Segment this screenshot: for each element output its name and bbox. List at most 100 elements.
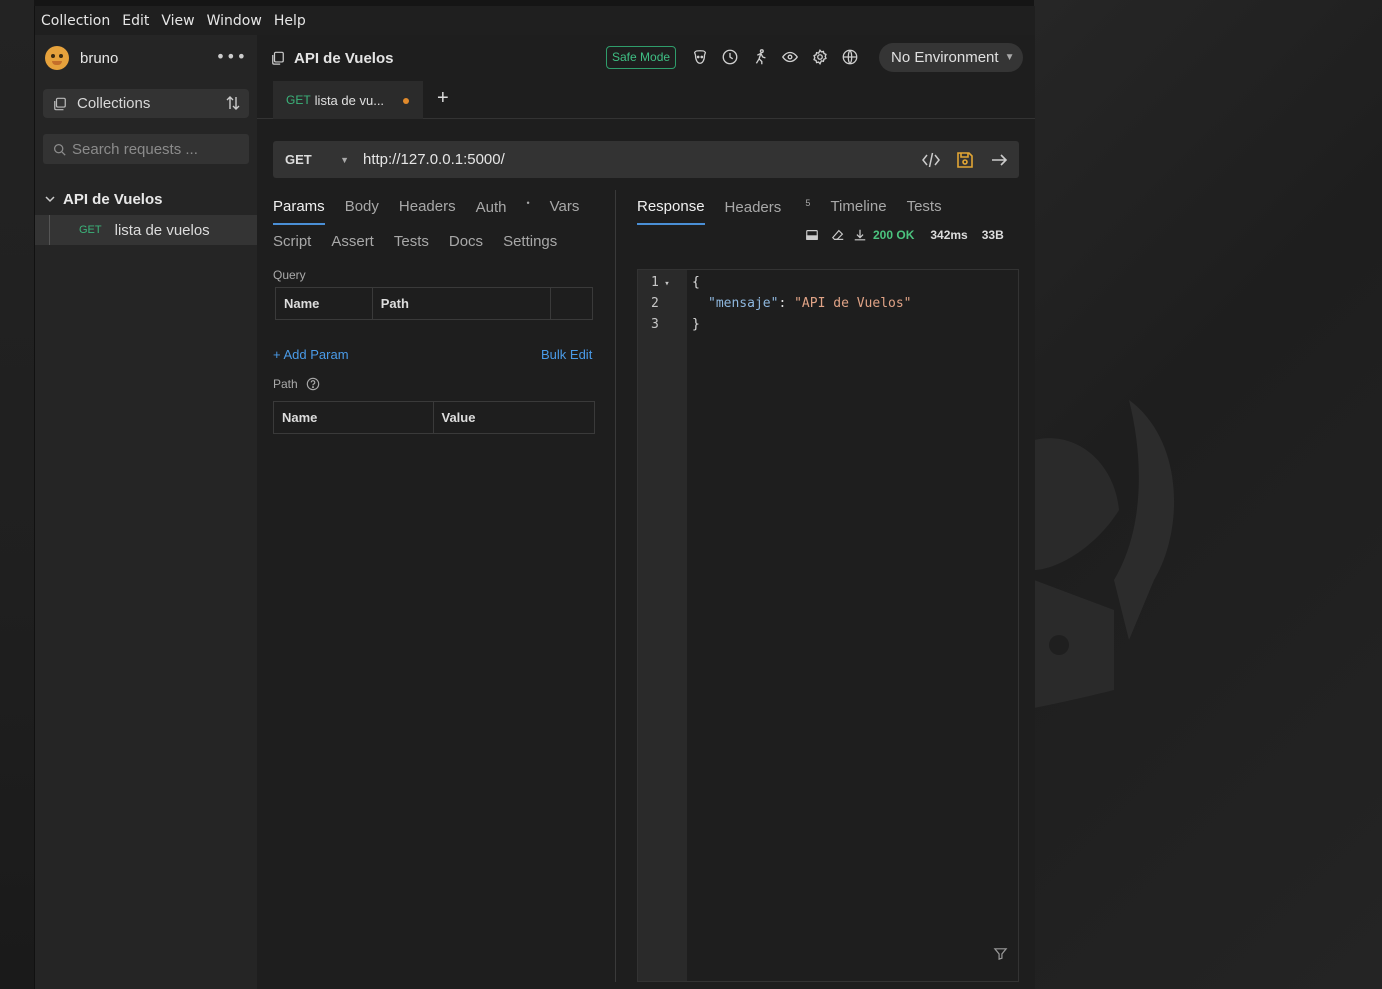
- table-header-row: Name Value: [273, 401, 595, 434]
- eraser-icon[interactable]: [831, 228, 845, 242]
- collections-button[interactable]: Collections: [43, 89, 249, 118]
- download-icon[interactable]: [853, 228, 867, 242]
- menu-bar: Collection Edit View Window Help: [35, 6, 1035, 35]
- eye-icon[interactable]: [781, 48, 799, 66]
- json-colon: :: [778, 296, 795, 311]
- tab-response[interactable]: Response: [637, 198, 705, 225]
- json-close-brace: }: [692, 317, 700, 332]
- menu-view[interactable]: View: [161, 13, 194, 29]
- method-label: GET: [285, 152, 312, 167]
- filter-icon[interactable]: [993, 946, 1008, 961]
- menu-collection[interactable]: Collection: [41, 13, 110, 29]
- tab-method: GET: [286, 93, 311, 107]
- bruno-wallpaper-logo: [1034, 400, 1175, 708]
- environment-select[interactable]: No Environment ▼: [879, 43, 1023, 72]
- status-badge: 200 OK: [873, 228, 915, 242]
- environment-label: No Environment: [891, 49, 999, 66]
- tab-auth-label: Auth: [475, 199, 507, 216]
- help-icon[interactable]: [306, 377, 320, 391]
- tab-timeline[interactable]: Timeline: [830, 198, 886, 216]
- menu-help[interactable]: Help: [274, 13, 306, 29]
- tab-response-tests[interactable]: Tests: [907, 198, 942, 216]
- collection-api-de-vuelos[interactable]: API de Vuelos: [45, 187, 162, 211]
- line-number: 3: [651, 317, 659, 332]
- tab-response-headers-label: Headers: [724, 199, 782, 216]
- sidebar-request-lista-de-vuelos[interactable]: GET lista de vuelos: [35, 215, 257, 245]
- line-number: 2: [651, 296, 659, 311]
- response-time: 342ms: [930, 228, 968, 242]
- caret-down-icon: ▼: [340, 155, 349, 165]
- tab-tests[interactable]: Tests: [394, 233, 429, 250]
- tab-docs[interactable]: Docs: [449, 233, 483, 250]
- collection-title: API de Vuelos: [294, 49, 394, 67]
- add-param-button[interactable]: + Add Param: [273, 347, 349, 362]
- response-meta: 200 OK 342ms 33B: [805, 228, 1004, 242]
- more-options-icon[interactable]: •••: [216, 47, 247, 66]
- send-arrow-icon[interactable]: [989, 150, 1009, 170]
- bruno-icon[interactable]: [691, 48, 709, 66]
- bruno-logo-icon: [45, 46, 69, 70]
- json-value: "API de Vuelos": [794, 296, 912, 311]
- request-tab-lista-de-vuelos[interactable]: GET lista de vu...: [273, 81, 423, 119]
- response-tabs: Response Headers 5 Timeline Tests: [637, 198, 962, 225]
- column-actions: [550, 287, 593, 320]
- collection-header[interactable]: API de Vuelos: [271, 47, 393, 69]
- json-line: "mensaje": "API de Vuelos": [708, 296, 912, 311]
- main-panel: API de Vuelos Safe Mode No Environment ▼…: [257, 35, 1035, 989]
- layout-icon[interactable]: [805, 228, 819, 242]
- headers-count: 5: [805, 198, 811, 208]
- menu-window[interactable]: Window: [207, 13, 262, 29]
- response-body-viewer[interactable]: 1 ▾ 2 3 { "mensaje": "API de Vuelos" }: [637, 269, 1019, 982]
- header-toolbar: [691, 48, 859, 66]
- globe-icon[interactable]: [841, 48, 859, 66]
- path-label-row: Path: [273, 377, 320, 391]
- tab-assert[interactable]: Assert: [331, 233, 374, 250]
- line-number-gutter: [638, 270, 687, 981]
- request-tabs-bar: GET lista de vu... +: [257, 81, 1035, 119]
- sort-icon[interactable]: [225, 95, 241, 111]
- add-tab-button[interactable]: +: [437, 87, 449, 110]
- tab-response-headers[interactable]: Headers 5: [725, 198, 811, 216]
- query-params-table: Name Path: [275, 287, 593, 320]
- bruno-app-window: Collection Edit View Window Help bruno •…: [34, 6, 1035, 989]
- path-params-table: Name Value: [273, 401, 595, 434]
- url-actions: [921, 150, 1009, 170]
- history-icon[interactable]: [721, 48, 739, 66]
- tab-vars[interactable]: Vars: [550, 198, 580, 216]
- column-name: Name: [273, 401, 434, 434]
- menu-edit[interactable]: Edit: [122, 13, 149, 29]
- bulk-edit-button[interactable]: Bulk Edit: [541, 347, 592, 362]
- caret-down-icon: ▼: [1004, 52, 1015, 63]
- tab-script[interactable]: Script: [273, 233, 311, 250]
- desktop-left-strip: [0, 0, 34, 989]
- tab-auth[interactable]: Auth •: [476, 198, 530, 216]
- query-label: Query: [273, 268, 306, 282]
- settings-icon[interactable]: [811, 48, 829, 66]
- tab-settings[interactable]: Settings: [503, 233, 557, 250]
- url-bar: GET ▼ http://127.0.0.1:5000/: [273, 141, 1019, 178]
- workspace-row[interactable]: bruno •••: [45, 45, 249, 71]
- search-input[interactable]: [72, 140, 242, 158]
- column-value: Value: [432, 401, 595, 434]
- pane-divider[interactable]: [615, 190, 616, 982]
- tab-body[interactable]: Body: [345, 198, 379, 216]
- save-icon[interactable]: [955, 150, 975, 170]
- sidebar: bruno ••• Collections API de Vuelos GET …: [35, 35, 257, 989]
- request-method-badge: GET: [79, 224, 102, 236]
- method-select[interactable]: GET ▼: [273, 152, 353, 167]
- safe-mode-badge[interactable]: Safe Mode: [606, 46, 677, 69]
- request-tabs-row1: Params Body Headers Auth • Vars: [273, 198, 599, 225]
- collections-icon: [54, 97, 66, 110]
- runner-icon[interactable]: [751, 48, 769, 66]
- search-requests: [43, 134, 249, 164]
- request-tabs-row2: Script Assert Tests Docs Settings: [273, 233, 577, 250]
- tab-params[interactable]: Params: [273, 198, 325, 225]
- code-icon[interactable]: [921, 150, 941, 170]
- tab-headers[interactable]: Headers: [399, 198, 456, 216]
- url-input[interactable]: http://127.0.0.1:5000/: [363, 151, 505, 168]
- search-icon: [53, 143, 66, 156]
- path-label: Path: [273, 377, 298, 391]
- unsaved-dot-icon[interactable]: [403, 98, 409, 104]
- workspace-name: bruno: [80, 49, 119, 67]
- column-name: Name: [275, 287, 373, 320]
